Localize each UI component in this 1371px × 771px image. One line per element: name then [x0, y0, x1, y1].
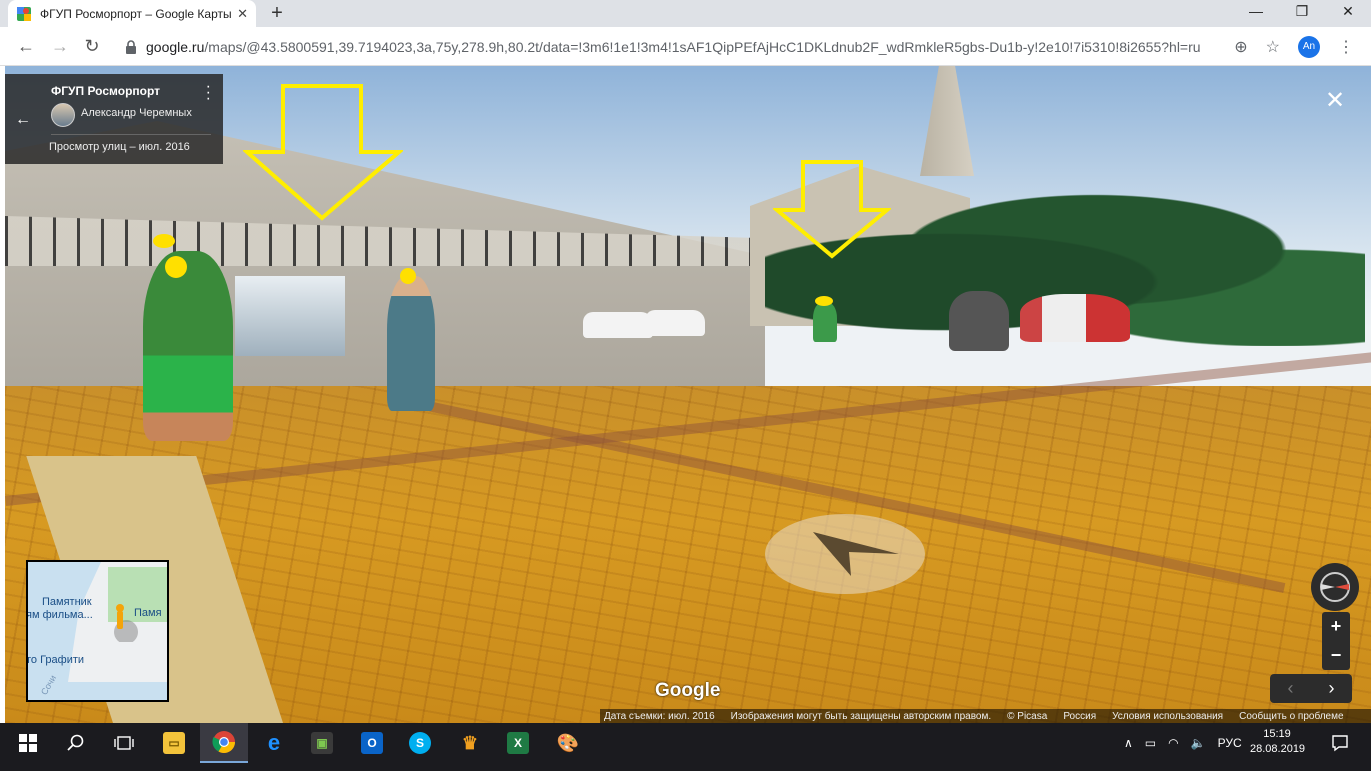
place-name: ФГУП Росморпорт	[51, 84, 161, 98]
profile-avatar[interactable]: An	[1298, 35, 1320, 58]
paint-icon[interactable]: 🎨	[544, 723, 592, 763]
author-name[interactable]: Александр Черемных	[81, 107, 192, 119]
address-bar[interactable]: google.ru/maps/@43.5800591,39.7194023,3a…	[114, 32, 1354, 61]
task-view-icon[interactable]	[100, 723, 148, 763]
vpn-lock-icon[interactable]: ▣	[298, 723, 346, 763]
browser-toolbar: ← → ↻ google.ru/maps/@43.5800591,39.7194…	[0, 27, 1371, 66]
chevron-up-icon[interactable]: ∧	[1124, 736, 1133, 750]
footer-country[interactable]: Россия	[1063, 711, 1096, 722]
chrome-icon[interactable]	[200, 723, 248, 763]
photo-pager: ‹ ›	[1270, 674, 1352, 703]
star-icon[interactable]: ☆	[1266, 37, 1280, 57]
people-group	[1020, 294, 1130, 342]
arcade-opening	[235, 276, 345, 356]
browser-tabstrip: ФГУП Росморпорт – Google Карты ✕ + — ❐ ✕	[0, 0, 1371, 27]
url-text: google.ru/maps/@43.5800591,39.7194023,3a…	[146, 38, 1201, 55]
maps-favicon	[17, 6, 31, 21]
wifi-icon[interactable]: ◠	[1168, 736, 1178, 750]
author-avatar[interactable]	[51, 103, 75, 127]
outlook-icon[interactable]: O	[348, 723, 396, 763]
person-green	[143, 251, 233, 441]
reload-icon[interactable]: ↻	[80, 36, 104, 57]
skype-icon[interactable]: S	[396, 723, 444, 763]
minimap[interactable]: Памятник ям фильма... Памя то Графити Со…	[26, 560, 169, 702]
place-info-card: ← ФГУП Росморпорт Александр Черемных · · ·…	[5, 74, 223, 164]
kebab-menu-icon[interactable]: · · ·	[206, 79, 211, 107]
edge-icon[interactable]: e	[250, 723, 298, 763]
footer-capture-date: Дата съемки: июл. 2016	[604, 710, 715, 722]
street-view-panorama[interactable]	[5, 66, 1371, 723]
map-label: ям фильма...	[26, 609, 93, 621]
system-tray: ∧ ▭ ◠ 🔈 РУС	[1124, 723, 1242, 763]
parked-car	[583, 312, 653, 338]
close-icon[interactable]: ✕	[1325, 86, 1345, 115]
explorer-icon[interactable]: ▭	[150, 723, 198, 763]
divider	[51, 134, 211, 135]
face-blur	[400, 268, 416, 284]
map-footer: Дата съемки: июл. 2016 Изображения могут…	[600, 709, 1371, 723]
kebab-menu-icon[interactable]: ⋮	[1338, 37, 1354, 57]
language-indicator[interactable]: РУС	[1218, 736, 1242, 750]
lock-icon	[122, 39, 140, 54]
annotation-arrow	[243, 84, 403, 221]
windows-start-icon[interactable]	[4, 723, 52, 763]
face-blur	[165, 256, 187, 278]
map-label: то Графити	[26, 654, 85, 666]
tab-close-button[interactable]: ✕	[237, 6, 248, 22]
footer-report[interactable]: Сообщить о проблеме	[1239, 711, 1343, 722]
google-logo: Google	[655, 680, 721, 701]
minimize-button[interactable]: —	[1233, 0, 1279, 27]
capture-date[interactable]: Просмотр улиц – июл. 2016	[49, 141, 190, 153]
back-icon[interactable]: ←	[14, 36, 38, 57]
person-stroller	[949, 291, 1009, 351]
browser-tab-maps[interactable]: ФГУП Росморпорт – Google Карты ✕	[8, 0, 256, 27]
map-label: Сочи	[38, 673, 59, 697]
compass-icon[interactable]	[1311, 563, 1359, 611]
back-arrow-icon[interactable]: ←	[15, 111, 31, 129]
window-close-button[interactable]: ✕	[1325, 0, 1371, 27]
footer-picasa[interactable]: © Picasa	[1007, 711, 1047, 722]
new-tab-button[interactable]: +	[266, 2, 288, 25]
add-icon[interactable]: ⊕	[1234, 37, 1247, 57]
annotation-arrow	[773, 160, 891, 259]
face-blur	[815, 296, 833, 306]
zoom-control: + −	[1322, 612, 1350, 670]
face-blur	[153, 234, 175, 248]
maximize-button[interactable]: ❐	[1279, 0, 1325, 27]
map-label: Памятник	[42, 596, 92, 608]
windows-taskbar: ▭ e ▣ O S ♛ X 🎨 ∧ ▭ ◠ 🔈 РУС 15:19 28.08.…	[0, 723, 1371, 771]
footer-terms[interactable]: Условия использования	[1112, 711, 1223, 722]
battery-icon[interactable]: ▭	[1145, 736, 1156, 750]
crown-app-icon[interactable]: ♛	[446, 723, 494, 763]
next-photo-icon[interactable]: ›	[1311, 674, 1352, 703]
notification-icon[interactable]	[1316, 723, 1364, 763]
clock-time: 15:19	[1263, 728, 1291, 740]
person-far	[813, 302, 837, 342]
forward-icon[interactable]: →	[48, 36, 72, 57]
search-icon[interactable]	[52, 723, 100, 763]
parked-car	[645, 310, 705, 336]
excel-icon[interactable]: X	[494, 723, 542, 763]
move-arrow-icon[interactable]	[811, 530, 901, 580]
clock-date: 28.08.2019	[1250, 743, 1306, 755]
footer-copyright: Изображения могут быть защищены авторски…	[730, 710, 992, 722]
prev-photo-icon[interactable]: ‹	[1270, 674, 1311, 703]
zoom-out-icon[interactable]: −	[1322, 641, 1350, 670]
pegman-position-icon	[114, 604, 138, 642]
taskbar-clock[interactable]: 15:19 28.08.2019	[1250, 727, 1306, 757]
tab-title: ФГУП Росморпорт – Google Карты	[40, 6, 232, 21]
zoom-in-icon[interactable]: +	[1322, 612, 1350, 641]
person-dress	[387, 276, 435, 411]
volume-icon[interactable]: 🔈	[1191, 736, 1206, 750]
